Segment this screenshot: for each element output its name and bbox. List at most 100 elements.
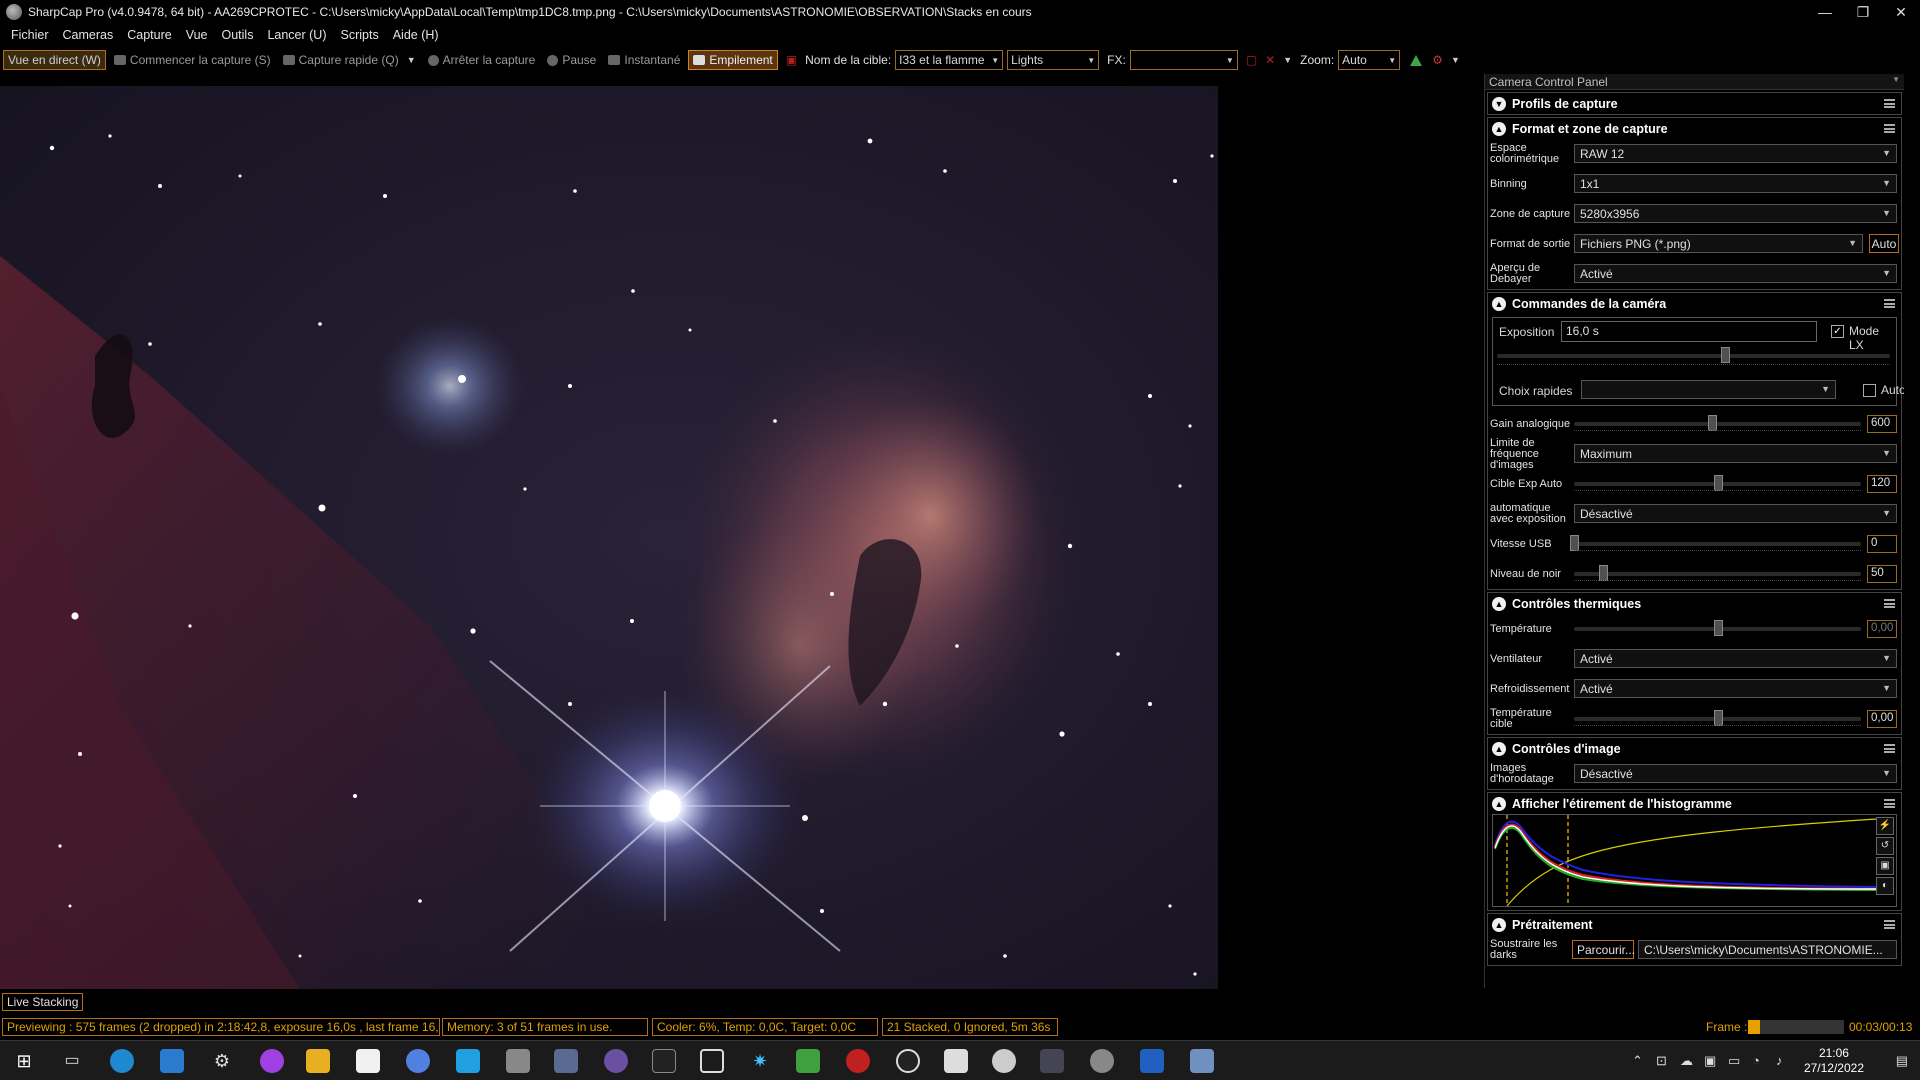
section-header-camera[interactable]: ▲ Commandes de la caméra	[1488, 293, 1901, 314]
record-icon[interactable]: ▣	[786, 53, 797, 67]
live-view-button[interactable]: Vue en direct (W)	[3, 50, 106, 70]
app-icon[interactable]	[992, 1049, 1016, 1073]
lx-mode-checkbox[interactable]: ✓	[1831, 325, 1844, 338]
gain-value[interactable]: 600	[1867, 415, 1897, 433]
settings-icon[interactable]: ⚙	[1432, 53, 1443, 67]
sharpcap-taskbar-icon[interactable]	[1090, 1049, 1114, 1073]
section-header-profiles[interactable]: ▼ Profils de capture	[1488, 93, 1901, 114]
target-name-combo[interactable]: I33 et la flamme ▼	[895, 50, 1004, 70]
auto-exp-target-slider[interactable]	[1574, 475, 1861, 491]
select-area-icon[interactable]: ▢	[1246, 53, 1257, 67]
volume-icon[interactable]: ♪	[1776, 1053, 1783, 1068]
output-format-dropdown[interactable]: Fichiers PNG (*.png) ▼	[1574, 234, 1863, 253]
app-icon[interactable]	[506, 1049, 530, 1073]
black-level-value[interactable]: 50	[1867, 565, 1897, 583]
usb-speed-value[interactable]: 0	[1867, 535, 1897, 553]
framerate-dropdown[interactable]: Maximum ▼	[1574, 444, 1897, 463]
hamburger-menu-icon[interactable]	[1884, 299, 1895, 308]
skype-icon[interactable]	[456, 1049, 480, 1073]
menu-aide[interactable]: Aide (H)	[386, 28, 446, 42]
cooling-dropdown[interactable]: Activé ▼	[1574, 679, 1897, 698]
debayer-dropdown[interactable]: Activé ▼	[1574, 264, 1897, 283]
menu-scripts[interactable]: Scripts	[334, 28, 386, 42]
file-explorer-icon[interactable]	[306, 1049, 330, 1073]
edge-browser-icon[interactable]	[110, 1049, 134, 1073]
star-app-icon[interactable]: ✷	[748, 1049, 772, 1073]
slider-knob[interactable]	[1707, 415, 1717, 431]
menu-cameras[interactable]: Cameras	[56, 28, 121, 42]
section-header-histogram[interactable]: ▲ Afficher l'étirement de l'histogramme	[1488, 793, 1901, 814]
exposure-slider[interactable]	[1497, 347, 1890, 363]
minimize-button[interactable]: —	[1806, 0, 1844, 24]
auto-exposure-dropdown[interactable]: Désactivé ▼	[1574, 504, 1897, 523]
app-icon[interactable]	[554, 1049, 578, 1073]
chevron-down-icon[interactable]: ▼	[407, 55, 416, 65]
chevron-down-icon[interactable]: ▼	[1451, 55, 1460, 65]
output-auto-button[interactable]: Auto	[1869, 234, 1899, 253]
clock[interactable]: 21:06 27/12/2022	[1804, 1046, 1864, 1076]
app-icon[interactable]	[406, 1049, 430, 1073]
gain-slider[interactable]	[1574, 415, 1861, 431]
app-icon[interactable]	[796, 1049, 820, 1073]
quick-choices-dropdown[interactable]: ▼	[1581, 380, 1836, 399]
exposure-input[interactable]: 16,0 s	[1561, 321, 1817, 342]
quick-auto-checkbox[interactable]	[1863, 384, 1876, 397]
slider-knob[interactable]	[1713, 710, 1723, 726]
settings-gear-icon[interactable]: ⚙	[210, 1049, 234, 1073]
usb-icon[interactable]: ⊡	[1656, 1053, 1667, 1069]
messenger-icon[interactable]	[260, 1049, 284, 1073]
contrast-icon[interactable]: ◐	[1876, 877, 1894, 895]
app-icon[interactable]	[1040, 1049, 1064, 1073]
hamburger-menu-icon[interactable]	[1884, 744, 1895, 753]
browse-darks-button[interactable]: Parcourir...	[1572, 940, 1635, 959]
chevron-up-icon[interactable]: ⌃	[1632, 1053, 1643, 1069]
app-icon[interactable]	[1140, 1049, 1164, 1073]
pause-button[interactable]: Pause	[543, 50, 600, 70]
menu-lancer[interactable]: Lancer (U)	[260, 28, 333, 42]
fx-combo[interactable]: ▼	[1129, 50, 1238, 70]
app-icon[interactable]	[896, 1049, 920, 1073]
hamburger-menu-icon[interactable]	[1884, 799, 1895, 808]
notifications-icon[interactable]: ▤	[1896, 1053, 1908, 1069]
snapshot-button[interactable]: Instantané	[604, 50, 684, 70]
histogram-icon[interactable]	[1410, 54, 1423, 66]
stellarium-icon[interactable]	[604, 1049, 628, 1073]
lightning-icon[interactable]: ⚡	[1876, 817, 1894, 835]
darks-path-dropdown[interactable]: C:\Users\micky\Documents\ASTRONOMIE...	[1638, 940, 1897, 959]
app-icon[interactable]	[846, 1049, 870, 1073]
timestamp-dropdown[interactable]: Désactivé ▼	[1574, 764, 1897, 783]
hamburger-menu-icon[interactable]	[1884, 599, 1895, 608]
app-icon[interactable]	[1190, 1049, 1214, 1073]
section-header-format[interactable]: ▲ Format et zone de capture	[1488, 118, 1901, 139]
zoom-combo[interactable]: Auto ▼	[1338, 50, 1401, 70]
histogram-display[interactable]: ⚡ ↺ ▣ ◐	[1492, 814, 1897, 907]
fan-dropdown[interactable]: Activé ▼	[1574, 649, 1897, 668]
hamburger-menu-icon[interactable]	[1884, 124, 1895, 133]
section-header-thermal[interactable]: ▲ Contrôles thermiques	[1488, 593, 1901, 614]
chevron-down-icon[interactable]: ▼	[1892, 75, 1900, 88]
capture-zone-dropdown[interactable]: 5280x3956 ▼	[1574, 204, 1897, 223]
cloud-icon[interactable]: ☁	[1680, 1053, 1693, 1069]
usb-speed-slider[interactable]	[1570, 535, 1861, 551]
save-icon[interactable]: ▣	[1876, 857, 1894, 875]
menu-fichier[interactable]: Fichier	[4, 28, 56, 42]
chevron-down-icon[interactable]: ▼	[1283, 55, 1292, 65]
target-temp-value[interactable]: 0,00	[1867, 710, 1897, 728]
binning-dropdown[interactable]: 1x1 ▼	[1574, 174, 1897, 193]
quick-capture-button[interactable]: Capture rapide (Q) ▼	[279, 50, 420, 70]
slider-knob[interactable]	[1720, 347, 1730, 363]
section-header-preprocess[interactable]: ▲ Prétraitement	[1488, 914, 1901, 935]
hamburger-menu-icon[interactable]	[1884, 920, 1895, 929]
crosshair-icon[interactable]: ✕	[1265, 53, 1275, 67]
black-level-slider[interactable]	[1574, 565, 1861, 581]
auto-exp-target-value[interactable]: 120	[1867, 475, 1897, 493]
colorspace-dropdown[interactable]: RAW 12 ▼	[1574, 144, 1897, 163]
image-viewport[interactable]	[0, 86, 1222, 989]
slider-knob[interactable]	[1713, 475, 1723, 491]
hamburger-menu-icon[interactable]	[1884, 99, 1895, 108]
stacking-button[interactable]: Empilement	[688, 50, 778, 70]
battery-icon[interactable]: ▭	[1728, 1053, 1740, 1069]
reset-icon[interactable]: ↺	[1876, 837, 1894, 855]
app-icon[interactable]	[944, 1049, 968, 1073]
section-header-image[interactable]: ▲ Contrôles d'image	[1488, 738, 1901, 759]
